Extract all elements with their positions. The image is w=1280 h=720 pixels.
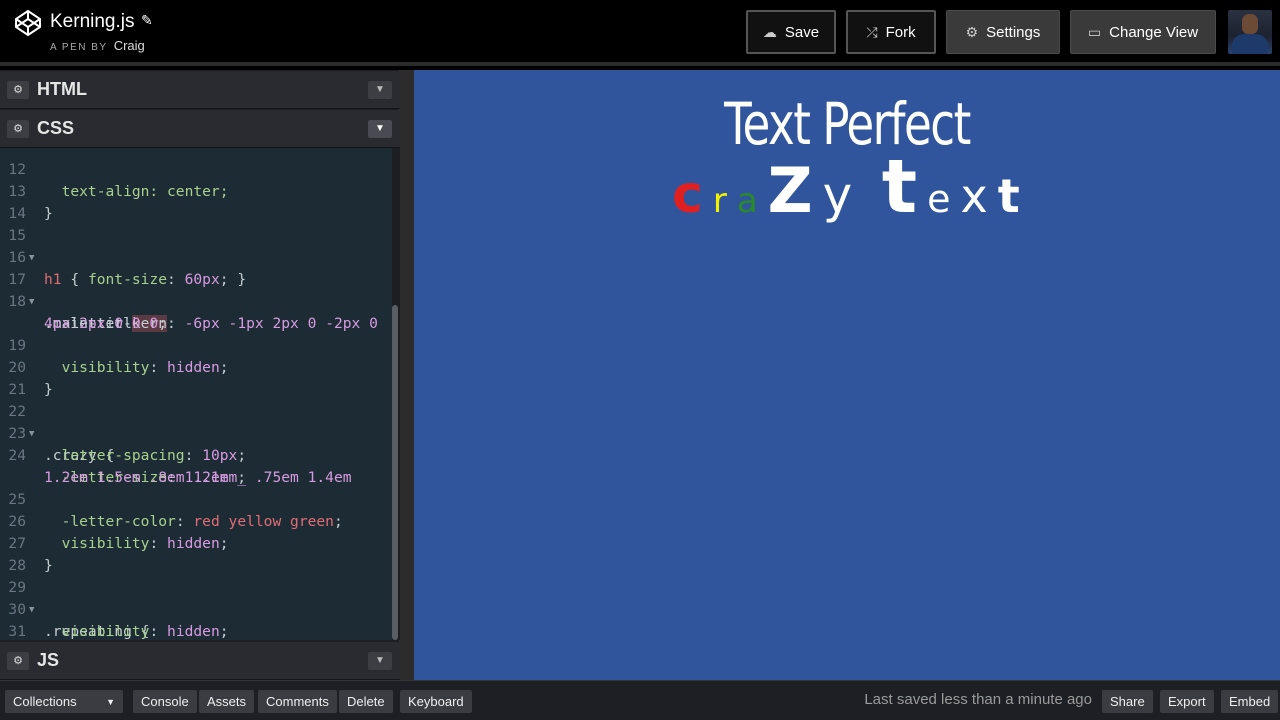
export-button[interactable]: Export (1160, 690, 1214, 713)
change-view-button[interactable]: ▭ Change View (1070, 10, 1216, 54)
save-button-label: Save (784, 23, 820, 41)
code-text: visibility: hidden; (61, 623, 229, 640)
code-line-wrap: 4px 2px 0 0 0; (0, 291, 392, 332)
html-chevron-down-icon[interactable]: ▼ (368, 80, 392, 99)
fork-icon: ⤮ (866, 23, 878, 40)
byline: A PEN BY Craig (50, 38, 145, 53)
code-line: 29 ▼ .repeating { (0, 555, 392, 640)
code-line: 19 visibility: hidden; (0, 313, 392, 376)
embed-button[interactable]: Embed (1221, 690, 1279, 713)
line-number: 31 (8, 623, 26, 640)
js-settings-gear-icon[interactable]: ⚙ (7, 651, 29, 670)
crazy-letter: c (672, 165, 713, 225)
html-panel-header[interactable]: ⚙ HTML ▼ (0, 71, 400, 109)
code-line: 30 visibility: hidden; (0, 577, 392, 640)
crazy-letter: a (736, 181, 768, 221)
crazy-letter: Z (767, 154, 823, 227)
code-line: 18 -letter-kern: -6px -1px 2px 0 -2px 0 (0, 269, 392, 332)
assets-button[interactable]: Assets (199, 690, 255, 713)
code-line: 27 } (0, 511, 392, 574)
css-panel-title: CSS (37, 118, 75, 138)
cloud-icon: ☁ (762, 23, 777, 40)
code-scrollbar-thumb[interactable] (392, 305, 398, 640)
gear-icon: ⚙ (965, 23, 979, 40)
chevron-down-icon: ▼ (106, 696, 115, 707)
preview-pane: Text Perfect craZy text (414, 70, 1280, 680)
change-view-button-label: Change View (1109, 23, 1199, 41)
avatar-body (1232, 34, 1268, 54)
avatar-head (1242, 14, 1258, 34)
byline-prefix: A PEN BY (50, 42, 108, 53)
comments-button[interactable]: Comments (258, 690, 337, 713)
code-line: 21 (0, 357, 392, 398)
css-panel-header[interactable]: ⚙ CSS ▼ (0, 110, 400, 148)
crazy-letter: y (822, 166, 863, 224)
crazy-letter: e (927, 177, 961, 221)
keyboard-button[interactable]: Keyboard (400, 690, 472, 713)
code-line: 17 ▼ .main-title { (0, 247, 392, 332)
codepen-logo-icon[interactable] (14, 9, 42, 37)
crazy-letter: r (712, 181, 737, 221)
code-line: 28 (0, 533, 392, 574)
window-icon: ▭ (1087, 23, 1102, 40)
html-settings-gear-icon[interactable]: ⚙ (7, 80, 29, 99)
code-line: 23 letter-spacing: 10px; (0, 401, 392, 464)
edit-title-pencil-icon[interactable]: ✎ (141, 12, 153, 29)
save-button[interactable]: ☁ Save (746, 10, 836, 54)
console-button[interactable]: Console (133, 690, 197, 713)
js-panel-header[interactable]: ⚙ JS ▼ (0, 642, 400, 680)
js-panel-title: JS (37, 650, 60, 670)
code-line: 16 (0, 225, 392, 266)
code-line-wrap: 1.2em 1.5em .8em 1.1em; (0, 445, 392, 486)
crazy-letter (862, 185, 882, 220)
settings-button[interactable]: ⚙ Settings (946, 10, 1060, 54)
collections-dropdown[interactable]: Collections ▼ (5, 690, 123, 713)
footer-bar: Collections ▼ Console Assets Comments De… (0, 680, 1280, 720)
share-button[interactable]: Share (1102, 690, 1153, 713)
avatar[interactable] (1228, 10, 1272, 54)
crazy-letter: t (997, 169, 1030, 223)
pen-title[interactable]: Kerning.js (50, 11, 135, 33)
code-line: 22 ▼ .crazy { (0, 379, 392, 464)
code-line: 20 } (0, 335, 392, 398)
code-line: 12 text-align: center; (0, 148, 392, 200)
fork-button-label: Fork (885, 23, 916, 41)
html-panel-title: HTML (37, 79, 87, 99)
css-code-editor[interactable]: 12 text-align: center; 13 } 14 15 ▼ h1 {… (0, 148, 392, 640)
code-line: 13 } (0, 159, 392, 222)
code-line: 15 ▼ h1 { font-size: 60px; } (0, 203, 392, 288)
crazy-text: craZy text (672, 144, 1030, 230)
collections-label: Collections (13, 694, 77, 709)
crazy-letter: t (881, 144, 928, 230)
code-line: 14 (0, 181, 392, 222)
saved-status: Last saved less than a minute ago (864, 691, 1092, 708)
top-bar: Kerning.js ✎ A PEN BY Craig ☁ Save ⤮ For… (0, 0, 1280, 66)
delete-button[interactable]: Delete (339, 690, 393, 713)
css-settings-gear-icon[interactable]: ⚙ (7, 119, 29, 138)
css-chevron-down-icon[interactable]: ▼ (368, 119, 392, 138)
crazy-letter: x (960, 169, 998, 223)
pane-resize-handle[interactable] (400, 70, 414, 680)
code-line: 31 } (0, 599, 392, 640)
settings-button-label: Settings (986, 23, 1041, 41)
code-line: 25 -letter-color: red yellow green; (0, 467, 392, 530)
code-line: 26 visibility: hidden; (0, 489, 392, 552)
fork-button[interactable]: ⤮ Fork (846, 10, 936, 54)
author-link[interactable]: Craig (114, 38, 145, 53)
js-chevron-down-icon[interactable]: ▼ (368, 651, 392, 670)
code-line: 24 -letter-size: 1.2em _ .75em 1.4em (0, 423, 392, 486)
